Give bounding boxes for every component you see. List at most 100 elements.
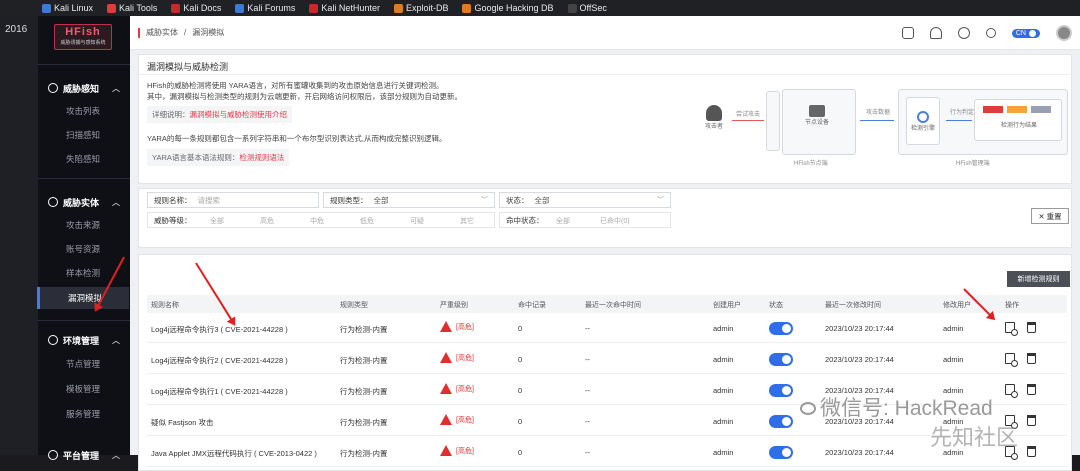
sidebar-item-service-management[interactable]: 服务管理 xyxy=(38,403,130,425)
logo-subtitle: 威胁诱捕与感知系统 xyxy=(60,40,106,46)
status-select[interactable]: 状态： 全部 ﹀ xyxy=(499,192,671,208)
status-toggle[interactable] xyxy=(769,384,793,397)
level-option-all[interactable]: 全部 xyxy=(210,216,224,226)
sidebar-item-scan-awareness[interactable]: 扫描感知 xyxy=(38,124,130,146)
cell-rule-type: 行为检测-内置 xyxy=(340,449,388,458)
status-toggle[interactable] xyxy=(769,446,793,459)
avatar[interactable] xyxy=(1056,25,1072,41)
sidebar-group-env-management[interactable]: 环境管理 ︿ xyxy=(38,328,130,352)
sidebar-item-template-management[interactable]: 模板管理 xyxy=(38,378,130,400)
syntax-tag: YARA语言基本语法规则：检测规则语法 xyxy=(147,149,290,166)
trash-icon[interactable] xyxy=(1027,415,1036,426)
sidebar-item-vuln-simulation[interactable]: 漏洞模拟 xyxy=(37,287,129,309)
sidebar-group-threat-entity[interactable]: 威胁实体 ︿ xyxy=(38,190,130,214)
sidebar-item-compromise-awareness[interactable]: 失陷感知 xyxy=(38,148,130,170)
cell-rule-type: 行为检测-内置 xyxy=(340,418,388,427)
bookmark-item[interactable]: Kali Linux xyxy=(42,3,93,13)
cell-hits: 0 xyxy=(518,324,523,333)
monitor-icon xyxy=(809,105,825,117)
status-toggle[interactable] xyxy=(769,322,793,335)
edit-icon[interactable] xyxy=(1005,322,1018,336)
attacker-node: 攻击者 xyxy=(702,105,726,130)
sidebar-item-attack-list[interactable]: 攻击列表 xyxy=(38,100,130,122)
bookmark-item[interactable]: Exploit-DB xyxy=(393,3,448,13)
table-row: Log4j远程命令执行2 ( CVE-2021-44228 ) 行为检测-内置 0 -… xyxy=(147,344,1067,374)
honeypot-stack xyxy=(766,91,780,151)
sidebar-item-attack-source[interactable]: 攻击来源 xyxy=(38,214,130,236)
cell-rule-name: Java Applet JMX远程代码执行 ( CVE-2013-0422 ) xyxy=(151,449,317,458)
status-toggle[interactable] xyxy=(769,415,793,428)
intro-paragraph: 其中，漏洞模拟与检测类型的规则为云端更新，开启网络访问权限后，该部分规则为自动更… xyxy=(147,92,462,101)
col-rule-type: 规则类型 xyxy=(340,302,368,309)
bookmark-item[interactable]: OffSec xyxy=(567,3,607,13)
logo-title: HFish xyxy=(65,26,101,38)
chevron-up-icon: ︿ xyxy=(112,83,120,93)
level-option-medium[interactable]: 中危 xyxy=(310,216,324,226)
level-option-other[interactable]: 其它 xyxy=(460,216,474,226)
bell-icon[interactable] xyxy=(929,27,942,39)
edit-icon[interactable] xyxy=(1005,353,1018,367)
bookmarks-bar: Kali Linux Kali Tools Kali Docs Kali Forums… xyxy=(0,0,1080,16)
sidebar-group-threat-awareness[interactable]: 威胁感知 ︿ xyxy=(38,76,130,100)
sidebar-item-account-resource[interactable]: 账号资源 xyxy=(38,238,130,260)
bookmark-label: Kali Forums xyxy=(247,3,296,13)
intro-paragraph: HFish的威胁检测将使用 YARA语言，对所有蜜罐收集到的攻击原始信息进行关键… xyxy=(147,81,444,90)
flow-arrow xyxy=(946,120,972,121)
add-rule-button[interactable]: 新增检测规则 xyxy=(1007,271,1070,287)
app-logo[interactable]: HFish 威胁诱捕与感知系统 xyxy=(54,24,112,50)
settings-icon xyxy=(48,335,58,345)
close-icon: ✕ xyxy=(1038,211,1045,221)
trash-icon[interactable] xyxy=(1027,322,1036,333)
engine-node: 检测引擎 xyxy=(902,111,944,132)
trash-icon[interactable] xyxy=(1027,353,1036,364)
rule-name-input[interactable]: 规则名称： 请搜索 xyxy=(147,192,319,208)
bookmark-item[interactable]: Kali Forums xyxy=(235,3,295,13)
reset-button[interactable]: ✕ 重置 xyxy=(1031,208,1069,224)
wechat-logo-icon xyxy=(800,402,816,415)
severity-label: [高危] xyxy=(456,354,474,362)
level-option-high[interactable]: 高危 xyxy=(260,216,274,226)
trash-icon[interactable] xyxy=(1027,384,1036,395)
bookmark-label: Kali NetHunter xyxy=(321,3,380,13)
bookmark-item[interactable]: Kali Docs xyxy=(171,3,221,13)
edit-icon[interactable] xyxy=(1005,384,1018,398)
breadcrumb-item: 漏洞模拟 xyxy=(192,28,225,37)
book-icon[interactable] xyxy=(901,27,914,39)
bookmark-item[interactable]: Kali NetHunter xyxy=(309,3,380,13)
radar-icon xyxy=(48,83,58,93)
sidebar-group-platform-management[interactable]: 平台管理 ︿ xyxy=(38,443,130,467)
cell-hits: 0 xyxy=(518,386,523,395)
syntax-link[interactable]: 检测规则语法 xyxy=(239,153,284,162)
flow-arrow xyxy=(860,120,894,121)
syntax-tag-label: YARA语言基本语法规则： xyxy=(152,153,240,162)
hit-option-all[interactable]: 全部 xyxy=(556,216,570,226)
bookmark-item[interactable]: Kali Tools xyxy=(107,3,157,13)
node-device-label: 节点设备 xyxy=(804,120,829,126)
severity-badge: [高危] xyxy=(440,352,474,363)
table-row: Log4j远程命令执行3 ( CVE-2021-44228 ) 行为检测-内置 0 -… xyxy=(147,313,1067,343)
flow-label: 攻击数据 xyxy=(866,110,891,116)
rule-type-select[interactable]: 规则类型： 全部 ﹀ xyxy=(323,192,495,208)
wechat-icon[interactable] xyxy=(957,27,970,39)
gear-icon[interactable] xyxy=(985,28,996,38)
bookmark-item[interactable]: Google Hacking DB xyxy=(462,3,554,13)
bookmark-icon xyxy=(235,3,245,13)
col-modifier: 修改用户 xyxy=(943,302,971,309)
sidebar-item-node-management[interactable]: 节点管理 xyxy=(38,353,130,375)
breadcrumb-item[interactable]: 威胁实体 xyxy=(146,27,178,38)
level-option-suspicious[interactable]: 可疑 xyxy=(410,216,424,226)
hit-option-hit[interactable]: 已命中(0) xyxy=(600,216,630,226)
status-toggle[interactable] xyxy=(769,353,793,366)
level-option-low[interactable]: 低危 xyxy=(360,216,374,226)
selected-value: 全部 xyxy=(373,195,389,205)
group-label: 威胁实体 xyxy=(63,197,100,208)
col-rule-name: 规则名称 xyxy=(151,302,179,309)
language-toggle[interactable]: CN xyxy=(1011,28,1040,38)
frame-label: 2016 xyxy=(5,24,28,35)
cell-creator: admin xyxy=(713,386,734,395)
bookmark-icon xyxy=(567,3,577,13)
chevron-up-icon: ︿ xyxy=(112,450,120,460)
trash-icon[interactable] xyxy=(1027,446,1036,457)
cell-modifier: admin xyxy=(943,355,964,364)
doc-link[interactable]: 漏洞模拟与威胁检测使用介绍 xyxy=(190,110,288,119)
